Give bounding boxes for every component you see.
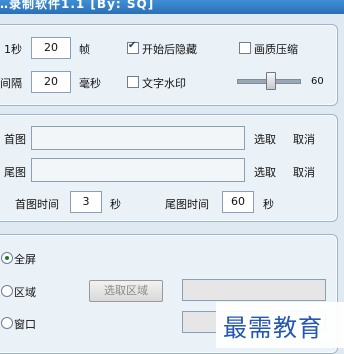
- text-watermark-checkbox[interactable]: [127, 76, 139, 88]
- fps-label: 1秒: [4, 43, 22, 56]
- fps-unit-label: 帧: [79, 43, 90, 56]
- fps-input[interactable]: 20: [31, 37, 71, 59]
- fullscreen-label: 全屏: [14, 253, 36, 266]
- interval-label: 间隔: [0, 77, 22, 90]
- last-image-seconds-unit: 秒: [263, 198, 274, 211]
- first-image-label: 首图: [4, 133, 26, 146]
- first-image-select-link[interactable]: 选取: [254, 131, 276, 147]
- first-image-cancel-link[interactable]: 取消: [293, 131, 315, 147]
- first-image-time-label: 首图时间: [15, 198, 59, 211]
- region-display-field: [182, 279, 326, 301]
- select-region-button[interactable]: 选取区域: [89, 280, 163, 302]
- watermark-overlay: 最需教育: [216, 302, 344, 348]
- first-image-path-field[interactable]: [31, 126, 245, 150]
- slider-thumb[interactable]: [266, 72, 276, 90]
- quality-value: 60: [311, 76, 324, 87]
- region-radio[interactable]: [1, 285, 13, 297]
- interval-unit-label: 毫秒: [79, 77, 101, 90]
- title-bar: …录制软件1.1 [By: SQ]: [0, 0, 344, 14]
- window-radio[interactable]: [1, 317, 13, 329]
- last-image-select-link[interactable]: 选取: [254, 164, 276, 180]
- first-image-seconds-unit: 秒: [110, 198, 121, 211]
- window-title: …录制软件1.1 [By: SQ]: [0, 0, 155, 11]
- interval-input[interactable]: 20: [31, 71, 71, 93]
- first-image-time-input[interactable]: 3: [70, 191, 102, 213]
- last-image-label: 尾图: [4, 166, 26, 179]
- compress-label: 画质压缩: [254, 43, 298, 56]
- window-label: 窗口: [14, 318, 36, 331]
- last-image-time-label: 尾图时间: [165, 198, 209, 211]
- quality-slider[interactable]: [237, 70, 301, 92]
- fullscreen-radio[interactable]: [1, 252, 13, 264]
- hide-after-start-label: 开始后隐藏: [142, 43, 197, 56]
- last-image-cancel-link[interactable]: 取消: [293, 164, 315, 180]
- hide-after-start-checkbox[interactable]: [127, 40, 139, 54]
- watermark-text: 最需教育: [223, 314, 323, 342]
- last-image-time-input[interactable]: 60: [222, 191, 254, 213]
- compress-checkbox[interactable]: [239, 42, 251, 54]
- last-image-path-field[interactable]: [31, 158, 245, 182]
- text-watermark-label: 文字水印: [142, 77, 186, 90]
- region-label: 区域: [14, 286, 36, 299]
